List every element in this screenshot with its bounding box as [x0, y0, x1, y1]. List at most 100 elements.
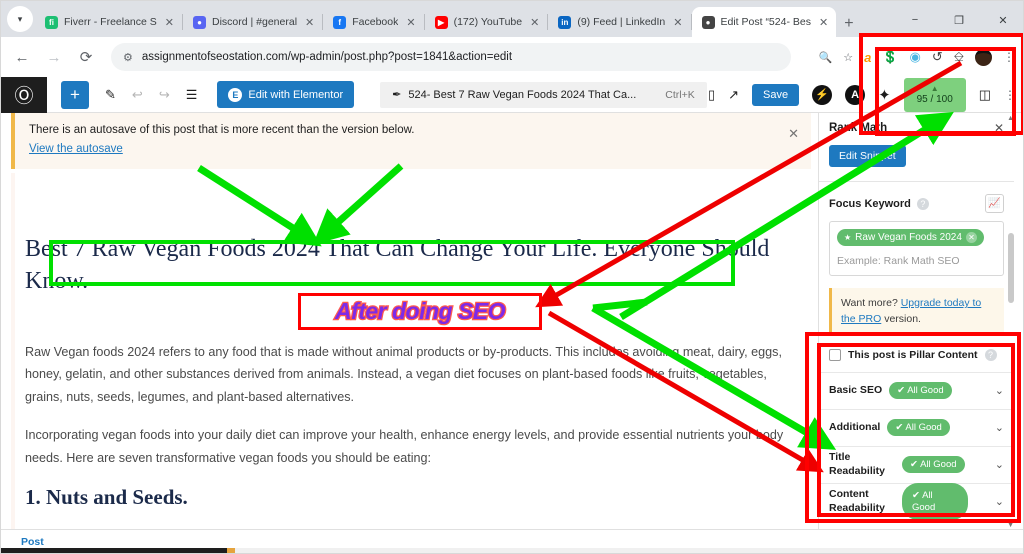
pro-notice-suffix: version. [884, 312, 921, 325]
chevron-down-icon[interactable]: ⌄ [995, 384, 1004, 397]
document-shortcut-text: Ctrl+K [665, 88, 695, 101]
seo-accordion-row[interactable]: Content Readability ✔ All Good ⌄ [819, 482, 1014, 521]
tab-title: Fiverr - Freelance S [64, 16, 157, 28]
seo-accordion-row[interactable]: Title Readability ✔ All Good ⌄ [819, 445, 1014, 483]
add-block-button[interactable]: + [61, 80, 89, 109]
seo-score-value: 95 / 100 [916, 94, 953, 105]
feather-icon: ✒ [392, 89, 402, 101]
profile-avatar-icon[interactable] [975, 48, 992, 66]
honey-extension-icon[interactable]: 💲 [882, 49, 898, 65]
address-bar[interactable]: ⚙ assignmentofseostation.com/wp-admin/po… [111, 43, 791, 71]
browser-tab[interactable]: ● Discord | #general ✕ [183, 7, 322, 37]
help-circle-icon[interactable]: ? [984, 348, 997, 361]
post-paragraph[interactable]: Raw Vegan foods 2024 refers to any food … [25, 341, 797, 408]
browser-tab[interactable]: fi Fiverr - Freelance S ✕ [35, 7, 182, 37]
browser-tab[interactable]: f Facebook ✕ [323, 7, 423, 37]
rankmath-icon[interactable]: A [845, 84, 866, 105]
pro-notice-prefix: Want more? [841, 297, 898, 309]
tab-close-button[interactable]: ✕ [528, 16, 541, 29]
star-icon: ★ [844, 233, 852, 242]
undo-icon[interactable]: ↩ [132, 87, 143, 103]
toolbar-right-icons: 🔍 ☆ a 💲 ◉ ↺ ⎒ ⋮ [819, 48, 1015, 66]
remove-keyword-icon[interactable]: ✕ [965, 232, 977, 243]
browser-window: ▾ fi Fiverr - Freelance S ✕ ● Discord | #gen… [0, 0, 1024, 554]
bookmark-star-icon[interactable]: ☆ [843, 51, 853, 64]
keyword-pill[interactable]: ★ Raw Vegan Foods 2024 ✕ [837, 229, 984, 246]
edit-snippet-button[interactable]: Edit Snippet [829, 145, 906, 167]
tab-search-icon[interactable]: ▾ [7, 6, 33, 32]
linkedin-icon: in [558, 15, 572, 29]
tab-close-button[interactable]: ✕ [303, 16, 316, 29]
focus-keyword-label: Focus Keyword [829, 197, 911, 210]
tab-close-button[interactable]: ✕ [404, 16, 417, 29]
post-subheading[interactable]: 1. Nuts and Seeds. [25, 485, 188, 510]
scroll-down-arrow-icon[interactable]: ▼ [1007, 522, 1014, 529]
edit-tool-icon[interactable]: ✎ [105, 87, 116, 103]
new-tab-button[interactable]: + [844, 16, 853, 32]
sidebar-scrollbar[interactable] [1008, 233, 1014, 303]
keyword-placeholder: Example: Rank Math SEO [837, 255, 960, 267]
breadcrumb[interactable]: Post [21, 536, 44, 548]
seo-accordion-row[interactable]: Basic SEO ✔ All Good ⌄ [819, 371, 1014, 409]
help-circle-icon[interactable]: ? [916, 197, 929, 210]
close-icon[interactable]: ✕ [994, 121, 1004, 135]
seo-score-badge[interactable]: ▲ 95 / 100 [903, 77, 966, 112]
pillar-content-label: This post is Pillar Content [848, 348, 978, 361]
post-title[interactable]: Best 7 Raw Vegan Foods 2024 That Can Cha… [25, 233, 785, 298]
accordion-label: Additional [829, 420, 881, 433]
post-paragraph[interactable]: Incorporating vegan foods into your dail… [25, 424, 797, 469]
amazon-extension-icon[interactable]: a [864, 50, 871, 65]
redo-icon[interactable]: ↪ [159, 87, 170, 103]
desktop-preview-icon[interactable]: ▯ [708, 87, 715, 103]
chevron-down-icon[interactable]: ⌄ [995, 495, 1004, 508]
view-autosave-link[interactable]: View the autosave [29, 143, 123, 155]
chevron-down-icon[interactable]: ⌄ [995, 458, 1004, 471]
wp-more-menu-icon[interactable]: ⋮ [1004, 89, 1016, 101]
tab-strip: ▾ fi Fiverr - Freelance S ✕ ● Discord | #gen… [1, 1, 1023, 37]
edit-with-elementor-button[interactable]: E Edit with Elementor [217, 81, 355, 108]
horizontal-scrollbar[interactable] [1, 548, 1023, 553]
close-window-button[interactable]: ✕ [981, 5, 1023, 35]
canvas-left-edge [11, 173, 15, 531]
tab-close-button[interactable]: ✕ [671, 16, 684, 29]
back-button[interactable]: ← [11, 49, 33, 66]
scrollbar-thumb[interactable] [1, 548, 227, 553]
scroll-up-arrow-icon[interactable]: ▲ [1007, 115, 1014, 122]
tab-title: Edit Post “524- Bes [720, 16, 811, 28]
chevron-down-icon[interactable]: ⌄ [995, 421, 1004, 434]
browser-tab[interactable]: in (9) Feed | LinkedIn ✕ [548, 7, 690, 37]
save-button[interactable]: Save [752, 83, 800, 106]
tab-close-button[interactable]: ✕ [163, 16, 176, 29]
document-overview-icon[interactable]: ☰ [186, 87, 198, 103]
view-post-icon[interactable]: ↗ [728, 87, 739, 103]
pillar-content-checkbox[interactable] [829, 348, 841, 361]
forward-button[interactable]: → [43, 49, 65, 66]
youtube-icon: ▶ [434, 15, 448, 29]
grammarly-extension-icon[interactable]: ◉ [910, 49, 921, 65]
document-title-chip[interactable]: ✒ 524- Best 7 Raw Vegan Foods 2024 That … [380, 81, 707, 108]
pillar-content-row[interactable]: This post is Pillar Content ? [819, 348, 1014, 361]
zoom-search-icon[interactable]: 🔍 [819, 51, 833, 64]
sidebar-toggle-icon[interactable]: ◫ [979, 87, 991, 103]
wordpress-logo[interactable]: Ⓞ [1, 76, 47, 113]
maximize-button[interactable]: ❐ [937, 5, 981, 35]
ai-sparkle-icon[interactable]: ✦ [878, 86, 891, 104]
tab-close-button[interactable]: ✕ [817, 16, 830, 29]
browser-tab[interactable]: ● Edit Post “524- Bes ✕ [691, 7, 837, 37]
focus-keyword-input[interactable]: ★ Raw Vegan Foods 2024 ✕ Example: Rank M… [829, 221, 1004, 276]
reload-button[interactable]: ⟳ [75, 48, 97, 66]
seo-accordion-row[interactable]: Additional ✔ All Good ⌄ [819, 408, 1014, 446]
site-settings-icon[interactable]: ⚙ [123, 51, 133, 64]
elementor-label: Edit with Elementor [248, 88, 344, 101]
seo-score-icon: ▲ [930, 84, 939, 93]
dismiss-notice-button[interactable]: ✕ [788, 126, 799, 142]
browser-tab[interactable]: ▶ (172) YouTube ✕ [425, 7, 548, 37]
window-controls: − ❐ ✕ [893, 5, 1023, 35]
facebook-icon: f [333, 15, 347, 29]
browser-menu-icon[interactable]: ⋮ [1003, 51, 1015, 63]
minimize-button[interactable]: − [893, 5, 937, 35]
google-trends-icon[interactable]: 📈 [985, 194, 1004, 213]
history-extension-icon[interactable]: ↺ [932, 49, 943, 65]
downloads-icon[interactable]: ⎒ [954, 49, 964, 65]
jetpack-icon[interactable]: ⚡ [812, 84, 833, 105]
